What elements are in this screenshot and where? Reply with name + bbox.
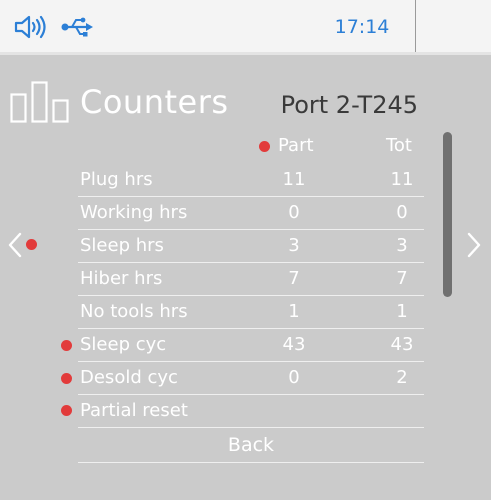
row-tot-value: 1 xyxy=(396,301,408,322)
status-divider xyxy=(415,0,416,52)
row-part-value: 3 xyxy=(288,235,300,256)
partial-reset-button[interactable]: Partial reset xyxy=(78,394,424,428)
desold-cyc-reset-dot[interactable] xyxy=(61,373,72,384)
column-header-tot: Tot xyxy=(385,135,412,156)
counter-row-no-tools-hrs: No tools hrs 1 1 xyxy=(78,295,424,329)
row-label: Hiber hrs xyxy=(80,268,163,289)
speaker-icon[interactable] xyxy=(14,14,48,40)
row-label: Plug hrs xyxy=(80,169,153,190)
chevron-left-icon[interactable] xyxy=(7,232,23,258)
row-tot-value: 0 xyxy=(396,202,408,223)
row-tot-value: 2 xyxy=(396,367,408,388)
chevron-right-icon[interactable] xyxy=(466,232,482,258)
row-part-value: 7 xyxy=(288,268,300,289)
usb-icon xyxy=(61,17,93,37)
page-title: Counters xyxy=(80,83,229,121)
counters-screen: 17:14 Counters Port 2-T245 Part Tot Plug… xyxy=(0,0,491,500)
row-label: No tools hrs xyxy=(80,301,188,322)
column-header-part: Part xyxy=(278,135,314,156)
counter-row-working-hrs: Working hrs 0 0 xyxy=(78,196,424,230)
status-bar: 17:14 xyxy=(0,0,491,55)
port-label: Port 2-T245 xyxy=(280,91,418,119)
row-part-value: 43 xyxy=(282,334,306,355)
row-part-value: 1 xyxy=(288,301,300,322)
row-tot-value: 3 xyxy=(396,235,408,256)
row-label: Working hrs xyxy=(80,202,188,223)
counter-row-sleep-hrs: Sleep hrs 3 3 xyxy=(78,229,424,263)
status-separator xyxy=(0,52,491,55)
partial-reset-dot[interactable] xyxy=(61,405,72,416)
row-label: Desold cyc xyxy=(80,367,178,388)
sleep-cyc-reset-dot[interactable] xyxy=(61,340,72,351)
clock: 17:14 xyxy=(334,16,390,38)
row-tot-value: 11 xyxy=(390,169,414,190)
row-label: Sleep hrs xyxy=(80,235,164,256)
row-label: Sleep cyc xyxy=(80,334,167,355)
row-tot-value: 43 xyxy=(390,334,414,355)
row-part-value: 0 xyxy=(288,367,300,388)
prev-page-marker-dot xyxy=(26,239,37,250)
part-marker-dot xyxy=(259,141,270,152)
back-button[interactable]: Back xyxy=(78,430,424,463)
counter-row-hiber-hrs: Hiber hrs 7 7 xyxy=(78,262,424,296)
row-part-value: 11 xyxy=(282,169,306,190)
counter-row-plug-hrs: Plug hrs 11 11 xyxy=(78,163,424,197)
counter-row-sleep-cyc[interactable]: Sleep cyc 43 43 xyxy=(78,328,424,362)
row-label: Partial reset xyxy=(80,400,188,421)
counter-row-desold-cyc[interactable]: Desold cyc 0 2 xyxy=(78,361,424,395)
row-tot-value: 7 xyxy=(396,268,408,289)
scrollbar[interactable] xyxy=(443,132,452,297)
bar-chart-icon xyxy=(10,81,69,123)
row-part-value: 0 xyxy=(288,202,300,223)
